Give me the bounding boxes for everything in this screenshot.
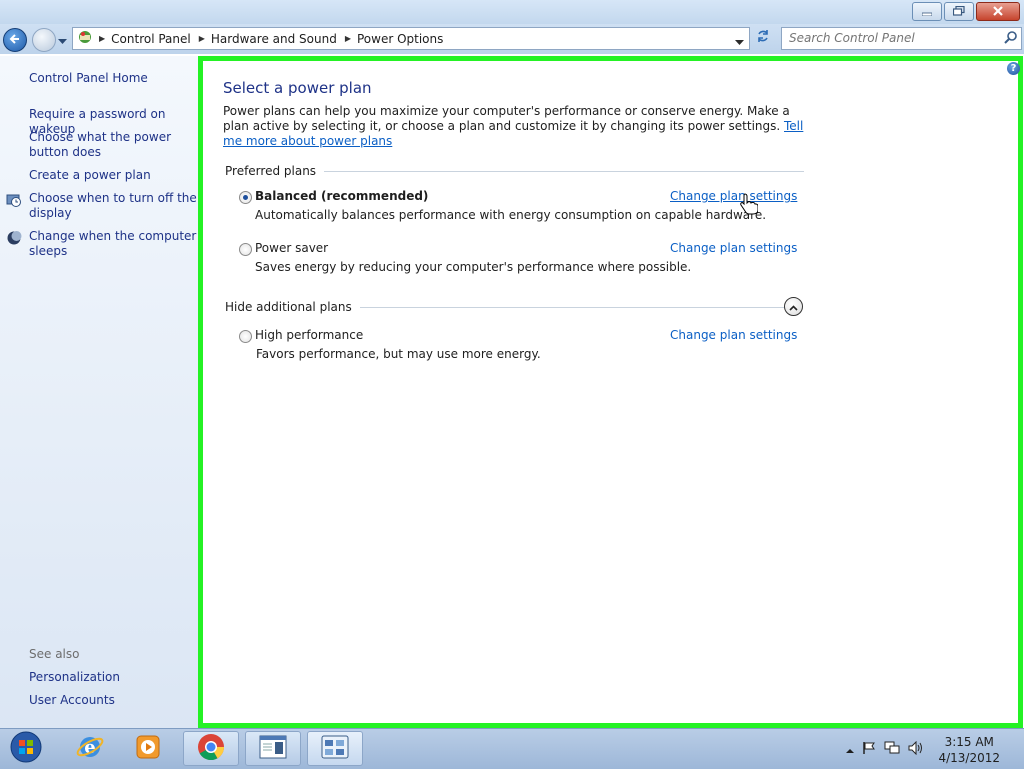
- system-clock[interactable]: 3:15 AM 4/13/2012: [938, 734, 1000, 766]
- hide-additional-plans-label[interactable]: Hide additional plans: [225, 300, 352, 314]
- title-bar: [0, 0, 1024, 24]
- address-bar[interactable]: ▶ Control Panel ▶ Hardware and Sound ▶ P…: [72, 27, 750, 50]
- notification-area: [846, 740, 924, 758]
- plan-desc-balanced: Automatically balances performance with …: [255, 208, 767, 222]
- forward-button[interactable]: [32, 28, 56, 52]
- recent-pages-dropdown[interactable]: [58, 34, 67, 48]
- internet-explorer-icon: e: [75, 732, 105, 765]
- action-center-flag-icon[interactable]: [862, 741, 876, 758]
- page-title: Select a power plan: [223, 79, 372, 97]
- help-button[interactable]: ?: [1007, 62, 1020, 75]
- breadcrumb-power-options[interactable]: Power Options: [357, 32, 443, 46]
- search-box[interactable]: [781, 27, 1022, 50]
- refresh-icon: [756, 29, 770, 47]
- media-player-icon: [134, 733, 162, 764]
- plan-name-power-saver[interactable]: Power saver: [255, 241, 328, 255]
- close-icon: [993, 5, 1003, 19]
- back-arrow-icon: [9, 33, 21, 48]
- radio-balanced[interactable]: [239, 191, 252, 204]
- taskbar-chrome[interactable]: [183, 731, 239, 766]
- help-icon: ?: [1010, 63, 1017, 74]
- change-plan-settings-high-performance[interactable]: Change plan settings: [670, 328, 797, 342]
- radio-high-performance[interactable]: [239, 330, 252, 343]
- moon-icon: [6, 230, 22, 246]
- collapse-additional-plans-button[interactable]: [784, 297, 803, 316]
- plan-desc-high-performance: Favors performance, but may use more ene…: [256, 347, 541, 361]
- preferred-plans-header: Preferred plans: [225, 164, 805, 178]
- chevron-down-icon: [58, 34, 67, 48]
- restore-icon: [952, 5, 965, 19]
- sidebar-turn-off-display[interactable]: Choose when to turn off the display: [29, 191, 197, 221]
- sidebar-personalization[interactable]: Personalization: [29, 670, 197, 685]
- description-text: Power plans can help you maximize your c…: [223, 104, 790, 133]
- section-divider: [359, 306, 794, 308]
- taskbar-notepad-window[interactable]: [245, 731, 301, 766]
- sidebar-create-plan[interactable]: Create a power plan: [29, 168, 197, 183]
- control-panel-icon: [77, 29, 93, 48]
- plan-name-high-performance[interactable]: High performance: [255, 328, 363, 342]
- breadcrumb-hardware-and-sound[interactable]: Hardware and Sound: [211, 32, 337, 46]
- address-dropdown-icon[interactable]: [735, 35, 744, 49]
- display-clock-icon: [6, 192, 22, 208]
- radio-power-saver[interactable]: [239, 243, 252, 256]
- taskbar-control-panel[interactable]: [307, 731, 363, 766]
- change-plan-settings-power-saver[interactable]: Change plan settings: [670, 241, 797, 255]
- search-input[interactable]: [782, 28, 999, 47]
- sidebar-control-panel-home[interactable]: Control Panel Home: [29, 71, 197, 86]
- sidebar-user-accounts[interactable]: User Accounts: [29, 693, 197, 708]
- breadcrumb-arrow-icon: ▶: [344, 34, 351, 43]
- taskbar: e 3:15 AM 4/13/2012: [0, 728, 1024, 769]
- see-also-label: See also: [29, 647, 80, 661]
- window-controls: [912, 2, 1020, 21]
- start-button[interactable]: [0, 731, 52, 766]
- plan-name-balanced[interactable]: Balanced (recommended): [255, 189, 428, 203]
- taskbar-internet-explorer[interactable]: e: [62, 731, 118, 766]
- page-description: Power plans can help you maximize your c…: [223, 104, 808, 149]
- show-hidden-icons-icon[interactable]: [846, 743, 854, 757]
- clock-date: 4/13/2012: [938, 751, 1000, 765]
- section-divider: [324, 170, 805, 172]
- breadcrumb-control-panel[interactable]: Control Panel: [111, 32, 191, 46]
- preferred-plans-label: Preferred plans: [225, 164, 317, 178]
- change-plan-settings-balanced[interactable]: Change plan settings: [670, 189, 797, 203]
- minimize-button[interactable]: [912, 2, 942, 21]
- search-icon[interactable]: [1004, 31, 1017, 47]
- content-highlight-frame: [198, 56, 1023, 728]
- task-pane: Control Panel Home Require a password on…: [0, 56, 198, 728]
- sidebar-power-button[interactable]: Choose what the power button does: [29, 130, 197, 160]
- close-button[interactable]: [976, 2, 1020, 21]
- plan-desc-power-saver: Saves energy by reducing your computer's…: [255, 260, 692, 274]
- restore-button[interactable]: [944, 2, 974, 21]
- hand-cursor-icon: [740, 193, 759, 218]
- breadcrumb-arrow-icon: ▶: [198, 34, 205, 43]
- chevron-up-icon: [789, 300, 798, 314]
- control-panel-icon: [320, 734, 350, 763]
- clock-time: 3:15 AM: [944, 735, 994, 749]
- back-button[interactable]: [3, 28, 27, 52]
- volume-icon[interactable]: [908, 740, 924, 758]
- notepad-window-icon: [258, 734, 288, 763]
- refresh-button[interactable]: [752, 28, 774, 48]
- sidebar-computer-sleeps[interactable]: Change when the computer sleeps: [29, 229, 197, 259]
- minimize-icon: [921, 5, 933, 19]
- additional-plans-header[interactable]: Hide additional plans: [225, 300, 794, 314]
- network-icon[interactable]: [884, 741, 900, 758]
- taskbar-media-player[interactable]: [120, 731, 176, 766]
- breadcrumb-arrow-icon: ▶: [99, 34, 106, 43]
- start-orb-icon: [9, 730, 43, 767]
- chrome-icon: [196, 732, 226, 765]
